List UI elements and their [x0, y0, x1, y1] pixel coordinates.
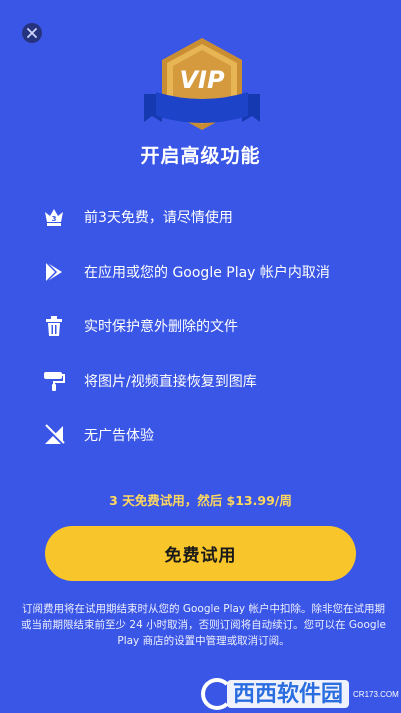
google-play-icon — [42, 260, 66, 284]
feature-item-cancel-anytime: 在应用或您的 Google Play 帐户内取消 — [42, 245, 372, 300]
feature-label: 在应用或您的 Google Play 帐户内取消 — [84, 264, 330, 281]
close-icon — [27, 28, 37, 38]
feature-label: 无广告体验 — [84, 428, 154, 445]
feature-list: 3 前3天免费，请尽情使用 在应用或您的 Google Play 帐户内取消 实… — [42, 190, 372, 463]
no-ads-icon — [42, 423, 66, 447]
crown-3-icon: 3 — [42, 205, 66, 229]
price-text: 3 天免费试用，然后 $13.99/周 — [109, 493, 292, 508]
vip-badge: VIP — [144, 38, 260, 130]
watermark-site: CR173.COM — [353, 689, 399, 699]
vip-badge-text: VIP — [179, 66, 225, 94]
feature-item-free-trial: 3 前3天免费，请尽情使用 — [42, 190, 372, 245]
feature-label: 将图片/视频直接恢复到图库 — [84, 373, 257, 390]
feature-label: 前3天免费，请尽情使用 — [84, 210, 233, 227]
crown-number: 3 — [52, 215, 57, 223]
feature-label: 实时保护意外删除的文件 — [84, 319, 238, 336]
feature-item-no-ads: 无广告体验 — [42, 408, 372, 463]
watermark-logo: 西西软件园 CR173.COM — [201, 675, 401, 713]
close-button[interactable] — [22, 23, 42, 43]
page-title: 开启高级功能 — [140, 145, 261, 167]
free-trial-button[interactable]: 免费试用 — [45, 526, 356, 581]
watermark-brand: 西西软件园 — [227, 680, 350, 708]
feature-item-protection: 实时保护意外删除的文件 — [42, 299, 372, 354]
trash-icon — [42, 314, 66, 338]
feature-item-restore: 将图片/视频直接恢复到图库 — [42, 354, 372, 409]
paint-roller-icon — [42, 369, 66, 393]
subscription-terms: 订阅费用将在试用期结束时从您的 Google Play 帐户中扣除。除非您在试用… — [21, 603, 386, 647]
